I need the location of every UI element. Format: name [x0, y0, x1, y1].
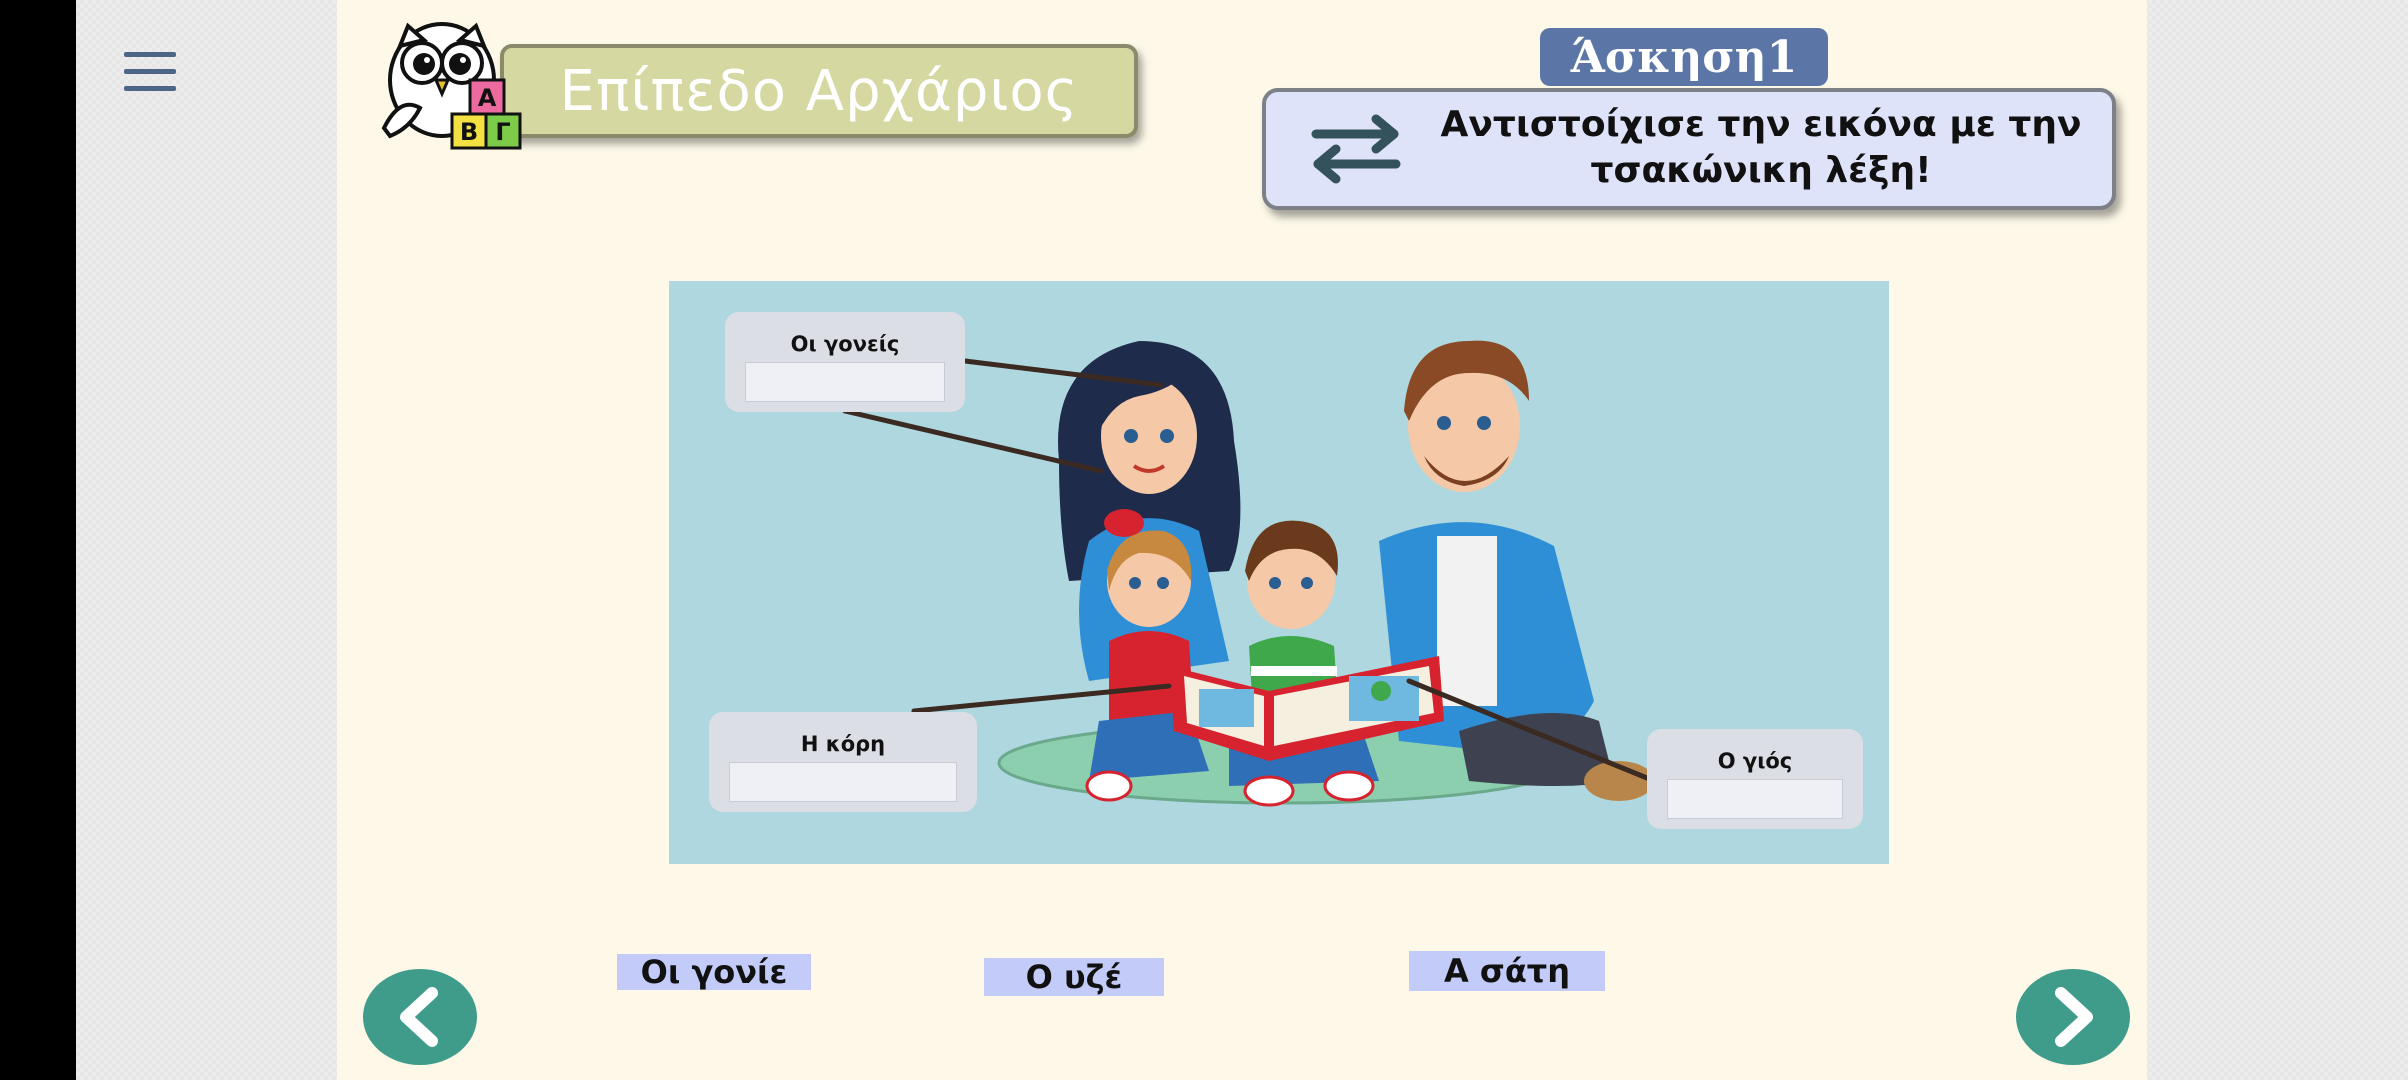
previous-button[interactable]: [363, 969, 477, 1065]
label-daughter: Η κόρη: [709, 712, 977, 812]
chevron-left-icon: [400, 987, 438, 1047]
instruction-box: Αντιστοίχισε την εικόνα με την τσακώνικη…: [1262, 88, 2116, 210]
label-daughter-text: Η κόρη: [800, 732, 886, 756]
drop-slot-son[interactable]: [1667, 779, 1843, 819]
father-figure: [1379, 340, 1654, 801]
logo-letter-a: A: [478, 84, 497, 112]
drop-slot-daughter[interactable]: [729, 762, 957, 802]
family-scene-image: Οι γονείς Η κόρη Ο γιός: [669, 281, 1889, 864]
swap-arrows-icon: [1311, 114, 1401, 184]
draggable-word-1[interactable]: Οι γονίε: [617, 953, 811, 991]
label-parents-text: Οι γονείς: [790, 332, 900, 356]
mother-figure: [1058, 341, 1241, 681]
level-title: Επίπεδο Αρχάριος: [500, 44, 1138, 138]
logo-letter-b: B: [460, 118, 478, 146]
boy-figure: [1229, 520, 1379, 807]
label-son: Ο γιός: [1647, 729, 1863, 829]
chevron-right-icon: [2055, 987, 2093, 1047]
owl-logo-icon: A B Γ: [381, 22, 522, 150]
draggable-word-2[interactable]: Ο υζέ: [984, 958, 1164, 996]
drop-slot-parents[interactable]: [745, 362, 945, 402]
label-son-text: Ο γιός: [1717, 749, 1793, 773]
draggable-word-3[interactable]: Α σάτη: [1409, 951, 1605, 991]
exercise-title: Άσκηση1: [1540, 28, 1828, 86]
hamburger-menu-icon[interactable]: [124, 52, 176, 96]
left-black-bar: [0, 0, 76, 1080]
next-button[interactable]: [2016, 969, 2130, 1065]
level-header: Επίπεδο Αρχάριος A B Γ: [380, 18, 1140, 153]
logo-letter-g: Γ: [495, 118, 510, 146]
label-parents: Οι γονείς: [725, 312, 965, 412]
instruction-text: Αντιστοίχισε την εικόνα με την τσακώνικη…: [1440, 104, 2082, 191]
